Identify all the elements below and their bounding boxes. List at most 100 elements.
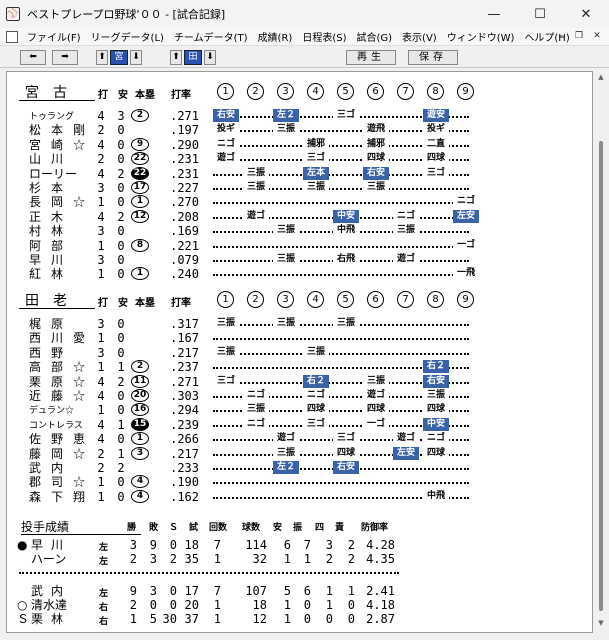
- header-homeruns: 本塁: [135, 298, 155, 309]
- team-name: 宮古: [25, 85, 81, 101]
- pitcher-row: ○ 清水達右 2 0 0 20 1 18 1 0 1 0 4.18: [15, 598, 595, 613]
- menu-item[interactable]: 日程表(S): [297, 29, 351, 44]
- batter-name: デュラン☆: [29, 406, 75, 417]
- batter-name: 早川: [29, 253, 74, 267]
- at-bat-result: 右安: [213, 109, 239, 122]
- batter-ab: 4: [97, 389, 105, 403]
- batter-row: 宮崎☆ 409 .290 ニゴ 捕邪 捕邪 二直: [15, 137, 595, 152]
- maximize-icon[interactable]: ☐: [517, 0, 563, 28]
- at-bat-result: 三ゴ: [303, 417, 329, 431]
- mdi-minimize-icon[interactable]: –: [553, 29, 569, 44]
- minimize-icon[interactable]: —: [471, 0, 517, 28]
- batter-avg: .233: [170, 461, 199, 475]
- batter-hits: 1: [117, 360, 125, 375]
- pitcher-name: 栗林: [31, 612, 72, 626]
- pitching-header: 敗: [149, 523, 159, 533]
- mdi-close-icon[interactable]: ✕: [589, 29, 605, 44]
- batter-ab: 4: [97, 109, 105, 123]
- team2-up-button[interactable]: ⬆: [170, 50, 182, 65]
- batter-hits: 0: [117, 403, 125, 418]
- replay-button[interactable]: 再生: [346, 50, 396, 65]
- save-button[interactable]: 保存: [408, 50, 458, 65]
- batter-homeruns: 22: [131, 166, 149, 180]
- at-bat-result: ニゴ: [453, 195, 479, 209]
- batter-row: 近藤☆ 40 20 .303 ニゴ ニゴ 遊ゴ 三振: [15, 389, 595, 403]
- document-icon[interactable]: [6, 30, 18, 43]
- batter-name: 村林: [29, 224, 74, 239]
- team1-down-button[interactable]: ⬇: [130, 50, 142, 65]
- at-bat-result: 右２: [303, 374, 329, 388]
- batter-name: 栗原☆: [29, 374, 85, 389]
- batter-ab: 3: [97, 253, 105, 267]
- team2-down-button[interactable]: ⬇: [204, 50, 216, 65]
- pitching-title: 投手成績: [21, 520, 70, 534]
- at-bat-result: 右２: [423, 360, 449, 374]
- batter-hits: 0: [117, 267, 125, 282]
- next-game-button[interactable]: ➡: [52, 50, 78, 65]
- team2-select-button[interactable]: 田: [184, 50, 202, 65]
- batter-avg: .231: [170, 166, 199, 181]
- menu-item[interactable]: チームデータ(T): [169, 29, 253, 44]
- menu-item[interactable]: 成績(R): [253, 29, 298, 44]
- batter-row: 森下翔 104 .162 中飛: [15, 489, 595, 504]
- close-icon[interactable]: ✕: [563, 0, 609, 28]
- batter-ab: 4: [97, 209, 105, 224]
- batter-hits: 0: [117, 224, 125, 239]
- batter-name: 郡司☆: [29, 475, 85, 490]
- at-bat-result: 三振: [243, 403, 269, 417]
- batter-row: 長岡☆ 101 .270 ニゴ: [15, 195, 595, 209]
- batter-ab: 3: [97, 345, 105, 360]
- scrollbar-thumb[interactable]: [599, 141, 603, 611]
- at-bat-result: 二直: [423, 137, 449, 151]
- batter-avg: .290: [170, 137, 199, 152]
- batter-homeruns: 2: [131, 109, 149, 122]
- menu-item[interactable]: ファイル(F): [22, 29, 86, 44]
- team1-select-button[interactable]: 宮: [110, 50, 128, 65]
- batter-row: 紅林 1 0 1 .240 一飛: [15, 267, 595, 281]
- at-bat-result: ニゴ: [303, 389, 329, 402]
- result-dotted-line: [213, 482, 469, 485]
- mdi-restore-icon[interactable]: ❐: [571, 29, 587, 44]
- at-bat-result: 中安: [423, 417, 449, 431]
- batter-avg: .294: [170, 403, 199, 418]
- inning-header: 7: [397, 291, 414, 308]
- at-bat-result: 遊ゴ: [273, 432, 299, 446]
- menu-item[interactable]: ウィンドウ(W): [442, 29, 520, 44]
- inning-header: 4: [307, 291, 324, 308]
- pitching-header: Ｓ: [169, 523, 179, 533]
- batter-row: 杉本 3 0 17 .227 三振 三振 三振: [15, 181, 595, 195]
- pitcher-stat: 2: [347, 552, 355, 566]
- batter-homeruns: 16: [131, 403, 149, 417]
- batter-avg: .227: [170, 181, 199, 195]
- batter-homeruns: 15: [131, 417, 149, 431]
- pitching-header: 振: [293, 523, 303, 533]
- at-bat-result: ニゴ: [243, 389, 269, 402]
- at-bat-result: 四球: [363, 152, 389, 166]
- batter-name: 長岡☆: [29, 195, 85, 210]
- team-block: 田老打安本塁打率123456789梶原30.317三振三振三振西川愛10.167…: [15, 290, 595, 504]
- at-bat-result: 左２: [273, 109, 299, 122]
- scroll-down-icon[interactable]: ▼: [596, 619, 606, 631]
- menu-item[interactable]: 試合(G): [351, 29, 397, 44]
- batter-avg: .197: [170, 123, 199, 138]
- batter-name: 高部☆: [29, 360, 85, 375]
- arrow-down-icon: ⬇: [206, 52, 214, 62]
- batter-homeruns: 11: [131, 374, 149, 388]
- team1-up-button[interactable]: ⬆: [96, 50, 108, 65]
- batter-hits: 3: [117, 109, 125, 123]
- at-bat-result: 一ゴ: [363, 417, 389, 431]
- prev-game-button[interactable]: ⬅: [20, 50, 46, 65]
- header-avg: 打率: [171, 90, 191, 101]
- pitcher-stat: 4.35: [366, 552, 395, 566]
- batter-avg: .271: [170, 109, 199, 123]
- scroll-up-icon[interactable]: ▲: [596, 73, 606, 85]
- menu-item[interactable]: 表示(V): [397, 29, 442, 44]
- menu-item[interactable]: リーグデータ(L): [86, 29, 169, 44]
- pitching-header: 勝: [127, 523, 137, 533]
- inning-header: 6: [367, 291, 384, 308]
- batter-name: 松本剛: [29, 123, 85, 138]
- batter-row: 西野 3 0 .217 三振 三振: [15, 345, 595, 360]
- batter-hits: 0: [117, 489, 125, 504]
- header-ab: 打: [98, 90, 108, 101]
- vertical-scrollbar[interactable]: ▲ ▼: [596, 71, 606, 633]
